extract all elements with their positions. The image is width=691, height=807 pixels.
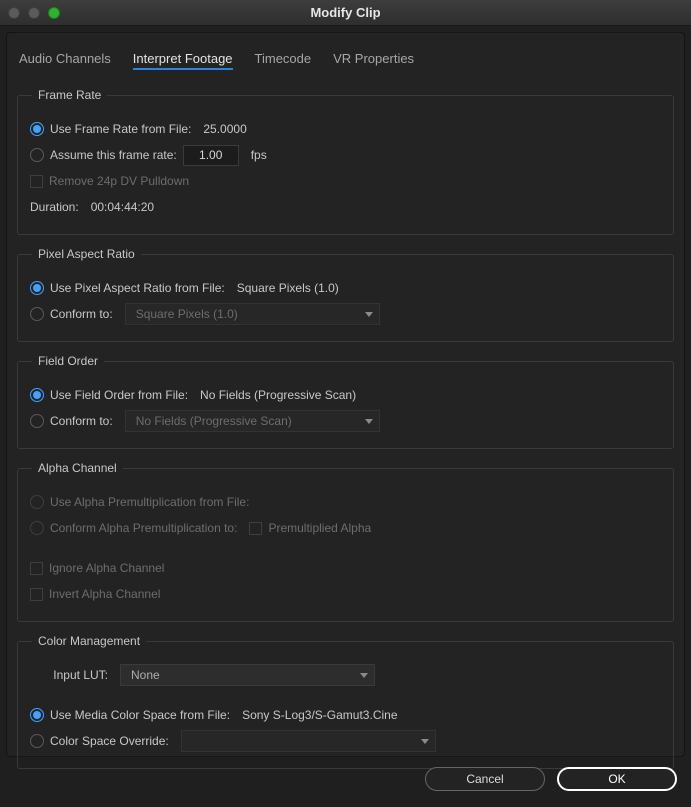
select-color-space-override[interactable] [181, 730, 436, 752]
radio-use-field-order-from-file[interactable] [30, 388, 44, 402]
legend-alpha: Alpha Channel [32, 461, 123, 475]
radio-conform-par[interactable] [30, 307, 44, 321]
label-use-alpha-from-file: Use Alpha Premultiplication from File: [50, 495, 249, 509]
chevron-down-icon [421, 739, 429, 744]
label-use-field-order-from-file: Use Field Order from File: [50, 388, 188, 402]
group-pixel-aspect: Pixel Aspect Ratio Use Pixel Aspect Rati… [17, 247, 674, 342]
radio-assume-frame-rate[interactable] [30, 148, 44, 162]
radio-use-alpha-from-file [30, 495, 44, 509]
radio-color-space-override[interactable] [30, 734, 44, 748]
titlebar: Modify Clip [0, 0, 691, 26]
dialog-footer: Cancel OK [6, 757, 685, 791]
label-input-lut: Input LUT: [46, 668, 108, 682]
label-ignore-alpha: Ignore Alpha Channel [49, 561, 164, 575]
value-duration: 00:04:44:20 [91, 200, 154, 214]
label-conform-field-order: Conform to: [50, 414, 113, 428]
radio-use-color-space-from-file[interactable] [30, 708, 44, 722]
tab-timecode[interactable]: Timecode [255, 51, 312, 70]
legend-color-management: Color Management [32, 634, 146, 648]
tab-vr-properties[interactable]: VR Properties [333, 51, 414, 70]
label-conform-alpha: Conform Alpha Premultiplication to: [50, 521, 237, 535]
value-par-file: Square Pixels (1.0) [237, 281, 339, 295]
checkbox-ignore-alpha [30, 562, 43, 575]
ok-button[interactable]: OK [557, 767, 677, 791]
label-use-color-space-from-file: Use Media Color Space from File: [50, 708, 230, 722]
select-input-lut[interactable]: None [120, 664, 375, 686]
checkbox-remove-24p-pulldown [30, 175, 43, 188]
value-field-order-file: No Fields (Progressive Scan) [200, 388, 356, 402]
select-conform-par[interactable]: Square Pixels (1.0) [125, 303, 380, 325]
window-title: Modify Clip [0, 5, 691, 20]
label-premult-alpha: Premultiplied Alpha [268, 521, 371, 535]
value-file-fps: 25.0000 [203, 122, 246, 136]
label-use-frame-rate-from-file: Use Frame Rate from File: [50, 122, 191, 136]
tab-interpret-footage[interactable]: Interpret Footage [133, 51, 233, 70]
group-frame-rate: Frame Rate Use Frame Rate from File: 25.… [17, 88, 674, 235]
label-duration: Duration: [30, 200, 79, 214]
chevron-down-icon [365, 312, 373, 317]
label-remove-24p-pulldown: Remove 24p DV Pulldown [49, 174, 189, 188]
select-conform-par-value: Square Pixels (1.0) [136, 307, 238, 321]
legend-field-order: Field Order [32, 354, 104, 368]
label-assume-frame-rate: Assume this frame rate: [50, 148, 177, 162]
label-invert-alpha: Invert Alpha Channel [49, 587, 160, 601]
radio-conform-alpha [30, 521, 44, 535]
checkbox-invert-alpha [30, 588, 43, 601]
radio-use-par-from-file[interactable] [30, 281, 44, 295]
radio-use-frame-rate-from-file[interactable] [30, 122, 44, 136]
group-alpha: Alpha Channel Use Alpha Premultiplicatio… [17, 461, 674, 622]
select-conform-field-order-value: No Fields (Progressive Scan) [136, 414, 292, 428]
legend-frame-rate: Frame Rate [32, 88, 107, 102]
legend-pixel-aspect: Pixel Aspect Ratio [32, 247, 141, 261]
group-field-order: Field Order Use Field Order from File: N… [17, 354, 674, 449]
chevron-down-icon [360, 673, 368, 678]
radio-conform-field-order[interactable] [30, 414, 44, 428]
value-color-space-file: Sony S-Log3/S-Gamut3.Cine [242, 708, 397, 722]
label-conform-par: Conform to: [50, 307, 113, 321]
input-assume-fps[interactable] [183, 145, 239, 166]
checkbox-premult-alpha [249, 522, 262, 535]
chevron-down-icon [365, 419, 373, 424]
main-panel: Audio Channels Interpret Footage Timecod… [6, 32, 685, 757]
select-conform-field-order[interactable]: No Fields (Progressive Scan) [125, 410, 380, 432]
label-use-par-from-file: Use Pixel Aspect Ratio from File: [50, 281, 225, 295]
tab-bar: Audio Channels Interpret Footage Timecod… [7, 33, 684, 80]
label-fps-unit: fps [251, 148, 267, 162]
tab-audio-channels[interactable]: Audio Channels [19, 51, 111, 70]
label-color-space-override: Color Space Override: [50, 734, 169, 748]
cancel-button[interactable]: Cancel [425, 767, 545, 791]
select-input-lut-value: None [131, 668, 160, 682]
group-color-management: Color Management Input LUT: None Use Med… [17, 634, 674, 769]
